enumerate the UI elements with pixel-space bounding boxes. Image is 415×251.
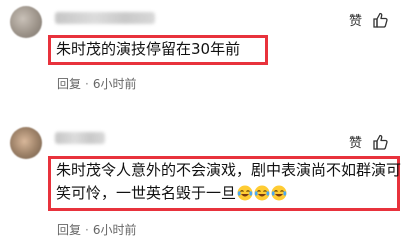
comment-text-line2: 笑可怜，一世英名毁于一旦 [56,184,237,202]
crying-laughing-emoji-icon [254,185,270,201]
avatar[interactable] [10,127,42,159]
separator-dot: · [85,223,89,237]
comment-time: 6小时前 [92,223,137,237]
crying-laughing-emoji-icon [271,185,287,201]
comment-text-line2-wrap: 笑可怜，一世英名毁于一旦 [56,182,287,205]
separator-dot: · [85,77,89,91]
reply-button[interactable]: 回复 [57,223,81,237]
thumbs-up-icon[interactable] [372,12,388,28]
thumbs-up-icon[interactable] [372,134,388,150]
comment-item-2: 赞 朱时茂令人意外的不会演戏，剧中表演尚不如群演可 笑可怜，一世英名毁于一旦 回… [0,118,415,251]
comment-time: 6小时前 [92,77,137,91]
comment-text: 朱时茂的演技停留在30年前 [56,40,241,58]
blurred-username[interactable] [55,12,155,24]
reply-button[interactable]: 回复 [57,77,81,91]
crying-laughing-emoji-icon [237,185,253,201]
comment-meta: 回复 · 6小时前 [57,75,136,92]
avatar[interactable] [10,6,42,38]
comment-text-line1: 朱时茂令人意外的不会演戏，剧中表演尚不如群演可 [56,161,402,179]
like-label[interactable]: 赞 [349,132,362,151]
like-label[interactable]: 赞 [349,10,362,29]
blurred-username[interactable] [55,132,105,144]
comment-meta: 回复 · 6小时前 [57,221,136,238]
comment-item-1: 赞 朱时茂的演技停留在30年前 回复 · 6小时前 [0,0,415,118]
